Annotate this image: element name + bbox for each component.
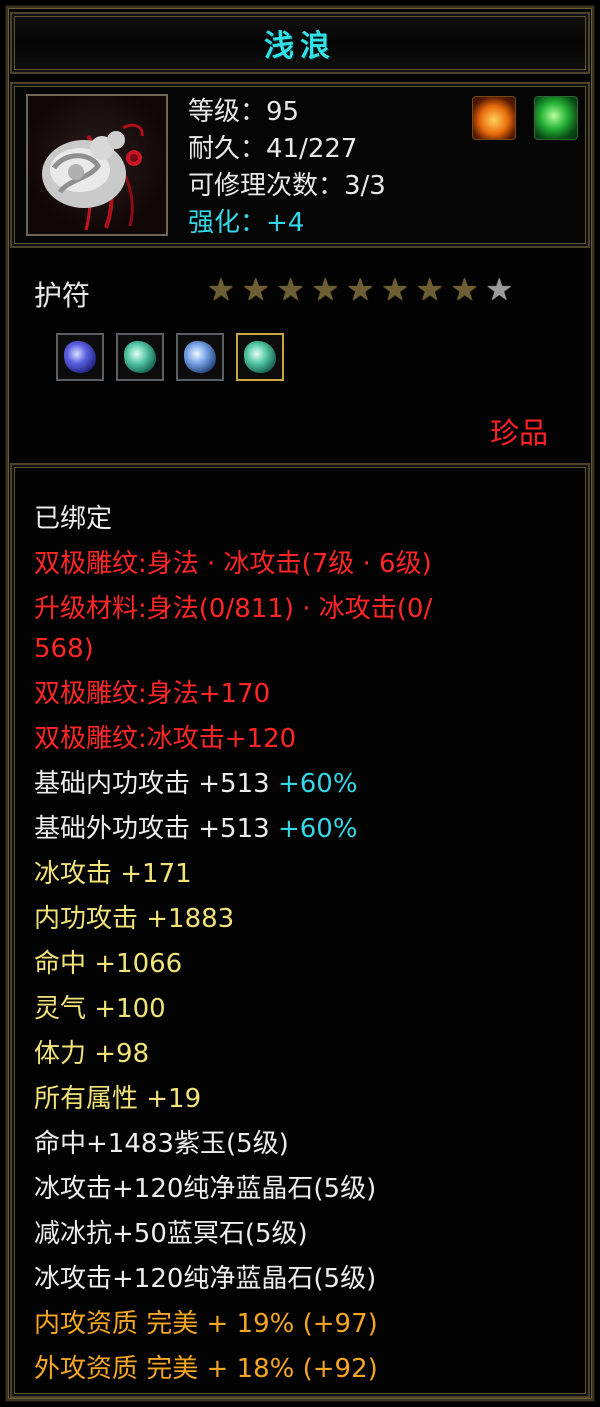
level-label: 等级：95 (188, 97, 300, 127)
rarity-label: 珍品 (490, 416, 549, 450)
item-category: 护符 (34, 279, 91, 312)
amulet-icon (26, 94, 168, 236)
base-outer-attack: 基础外功攻击 +513 +60% (34, 809, 432, 854)
engrave-ice: 双极雕纹:冰攻击+120 (34, 724, 297, 754)
base-outer-attack-pct: +60% (277, 814, 358, 844)
base-outer-attack-value: 基础外功攻击 +513 (34, 814, 270, 844)
enhance-label: 强化：+4 (188, 208, 305, 238)
item-header: 等级：95 耐久：41/227 可修理次数：3/3 强化：+4 (10, 82, 590, 248)
socket-2: 冰攻击+120纯净蓝晶石(5级) (34, 1174, 377, 1204)
item-stats: 等级：95 耐久：41/227 可修理次数：3/3 强化：+4 (188, 94, 386, 242)
stat-inner-attack: 内功攻击 +1883 (34, 904, 235, 934)
socket-3: 减冰抗+50蓝冥石(5级) (34, 1219, 308, 1249)
stat-stamina: 体力 +98 (34, 1039, 150, 1069)
base-inner-attack-value: 基础内功攻击 +513 (34, 769, 270, 799)
teal-gem-icon-selected[interactable] (236, 333, 284, 381)
star-icon: ★ (276, 272, 305, 308)
star-icon: ★ (415, 272, 444, 308)
gem-sockets (56, 333, 284, 381)
star-icon: ★ (241, 272, 270, 308)
stat-spirit: 灵气 +100 (34, 994, 166, 1024)
properties-panel: 已绑定 双极雕纹:身法 · 冰攻击(7级 · 6级) 升级材料:身法(0/811… (10, 463, 590, 1398)
star-rating: ★ ★ ★ ★ ★ ★ ★ ★ ★ (207, 272, 513, 308)
star-empty-icon: ★ (485, 272, 514, 308)
star-icon: ★ (311, 272, 340, 308)
stat-ice-attack: 冰攻击 +171 (34, 859, 192, 889)
engrave-header: 双极雕纹:身法 · 冰攻击(7级 · 6级) (34, 549, 432, 579)
star-icon: ★ (207, 272, 235, 308)
stat-all: 所有属性 +19 (34, 1084, 202, 1114)
socket-4: 冰攻击+120纯净蓝晶石(5级) (34, 1264, 377, 1294)
bound-status: 已绑定 (34, 504, 113, 534)
durability-label: 耐久：41/227 (188, 134, 358, 164)
socket-1: 命中+1483紫玉(5级) (34, 1129, 289, 1159)
repair-count-label: 可修理次数：3/3 (188, 171, 386, 201)
quality-inner: 内攻资质 完美 + 19% (+97) (34, 1309, 378, 1339)
blue-gem-icon[interactable] (176, 333, 224, 381)
base-inner-attack: 基础内功攻击 +513 +60% (34, 764, 432, 809)
engrave-body: 双极雕纹:身法+170 (34, 679, 271, 709)
teal-gem-icon[interactable] (116, 333, 164, 381)
upgrade-materials-cont: 568) (34, 634, 94, 664)
wind-buff-icon (534, 96, 578, 140)
quality-outer: 外攻资质 完美 + 18% (+92) (34, 1354, 378, 1384)
stat-hit: 命中 +1066 (34, 949, 183, 979)
star-icon: ★ (346, 272, 374, 308)
star-icon: ★ (450, 272, 479, 308)
upgrade-materials: 升级材料:身法(0/811) · 冰攻击(0/ (34, 594, 433, 624)
title-bar: 浅浪 (10, 12, 590, 74)
item-name: 浅浪 (264, 29, 336, 64)
base-inner-attack-pct: +60% (277, 769, 358, 799)
purple-gem-icon[interactable] (56, 333, 104, 381)
star-icon: ★ (380, 272, 409, 308)
fire-buff-icon (472, 96, 516, 140)
